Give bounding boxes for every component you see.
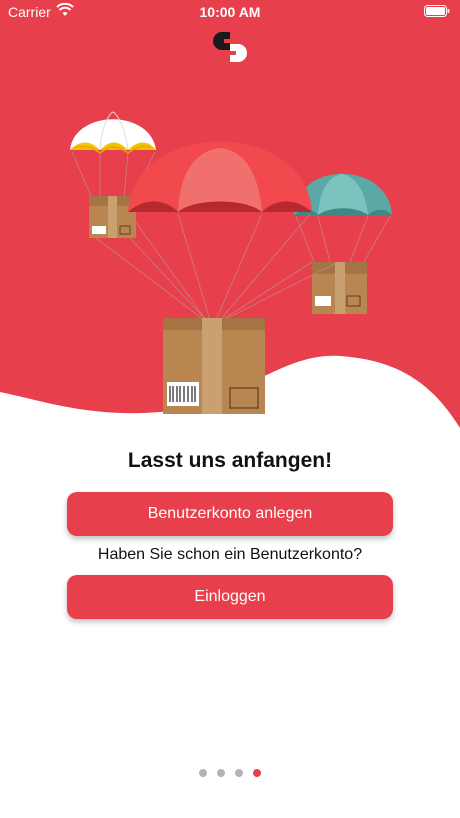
page-dot-3[interactable] — [235, 769, 243, 777]
login-button[interactable]: Einloggen — [67, 575, 393, 619]
page-dot-1[interactable] — [199, 769, 207, 777]
battery-icon — [424, 5, 450, 17]
page-dot-4-active[interactable] — [253, 769, 261, 777]
page-dot-2[interactable] — [217, 769, 225, 777]
page-indicator[interactable] — [0, 769, 460, 777]
have-account-question: Haben Sie schon ein Benutzerkonto? — [97, 546, 363, 563]
register-button[interactable]: Benutzerkonto anlegen — [67, 492, 393, 536]
logo-icon — [213, 32, 247, 62]
page-title: Lasst uns anfangen! — [127, 449, 333, 472]
status-time: 10:00 AM — [199, 4, 261, 20]
status-bar: Carrier 10:00 AM — [0, 0, 460, 24]
hero-illustration — [0, 0, 460, 428]
